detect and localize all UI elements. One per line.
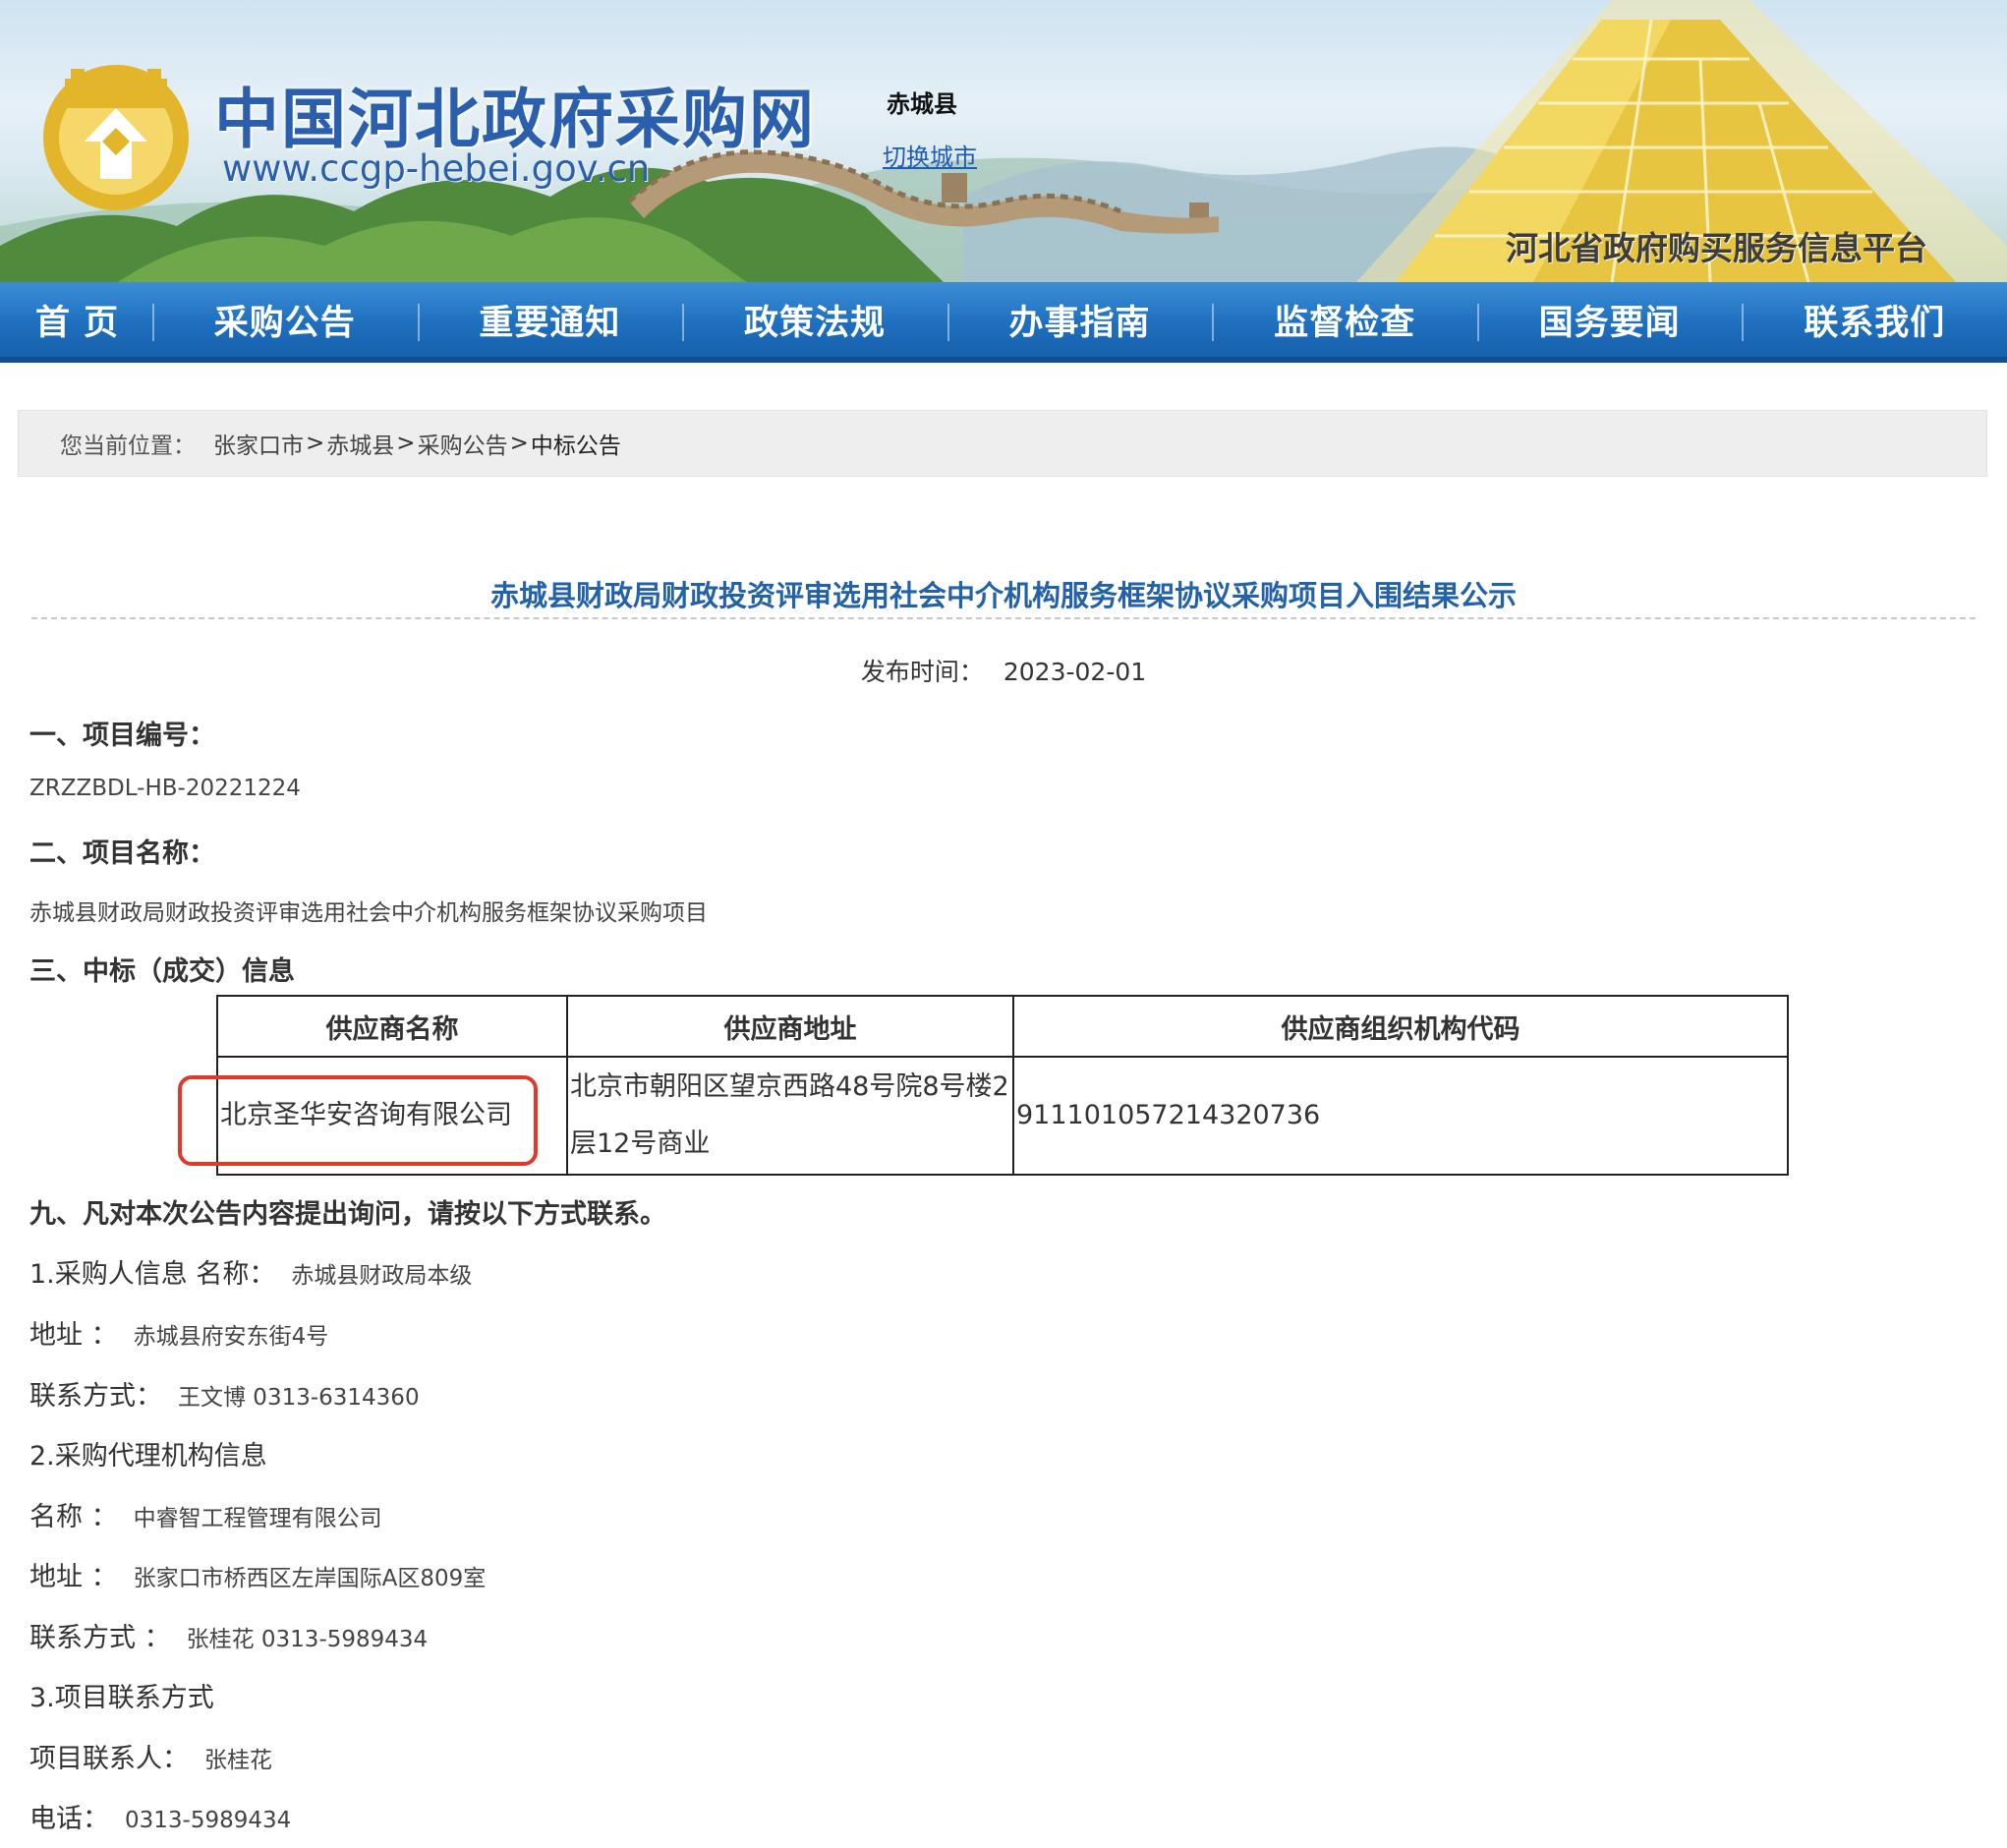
supplier-org-code: 911101057214320736 bbox=[1012, 1056, 1789, 1176]
agency-heading: 2.采购代理机构信息 bbox=[29, 1441, 267, 1472]
current-city: 赤城县 bbox=[887, 90, 957, 118]
switch-city-link[interactable]: 切换城市 bbox=[883, 138, 977, 172]
section-award-info-title: 三、中标（成交）信息 bbox=[29, 956, 295, 987]
breadcrumb-item-procurement[interactable]: 采购公告 bbox=[418, 427, 508, 460]
title-divider bbox=[31, 617, 1976, 619]
site-banner: 中国河北政府采购网 www.ccgp-hebei.gov.cn 赤城县 切换城市… bbox=[0, 0, 2007, 282]
agency-name: 中睿智工程管理有限公司 bbox=[133, 1506, 382, 1531]
nav-important-notice[interactable]: 重要通知 bbox=[417, 282, 683, 357]
supplier-address: 北京市朝阳区望京西路48号院8号楼2层12号商业 bbox=[566, 1056, 1014, 1176]
purchaser-contact: 王文博 0313-6314360 bbox=[178, 1385, 420, 1411]
breadcrumb-separator: > bbox=[306, 431, 325, 456]
breadcrumb: 您当前位置： 张家口市 > 赤城县 > 采购公告 > 中标公告 bbox=[18, 410, 1987, 477]
breadcrumb-separator: > bbox=[396, 431, 416, 456]
agency-contact-label: 联系方式 ： bbox=[29, 1623, 171, 1653]
project-contact-phone: 0313-5989434 bbox=[125, 1808, 292, 1833]
site-url: www.ccgp-hebei.gov.cn bbox=[222, 147, 651, 190]
agency-contact: 张桂花 0313-5989434 bbox=[186, 1627, 429, 1652]
platform-title: 河北省政府购买服务信息平台 bbox=[1506, 229, 1927, 267]
agency-address-line: 地址 ： 张家口市桥西区左岸国际A区809室 bbox=[29, 1555, 486, 1593]
agency-name-label: 名称 ： bbox=[29, 1502, 118, 1532]
purchaser-contact-line: 联系方式： 王文博 0313-6314360 bbox=[29, 1374, 420, 1413]
breadcrumb-separator: > bbox=[509, 431, 529, 456]
purchaser-info-line: 1.采购人信息 名称： 赤城县财政局本级 bbox=[29, 1252, 472, 1291]
breadcrumb-item-city[interactable]: 张家口市 bbox=[213, 427, 304, 460]
purchaser-address-label: 地址 ： bbox=[29, 1320, 118, 1351]
project-contact-person-label: 项目联系人： bbox=[29, 1744, 189, 1774]
purchaser-address-line: 地址 ： 赤城县府安东街4号 bbox=[29, 1313, 328, 1352]
project-name: 赤城县财政局财政投资评审选用社会中介机构服务框架协议采购项目 bbox=[29, 900, 708, 926]
logo-emblem-icon bbox=[43, 65, 189, 210]
agency-address-label: 地址 ： bbox=[29, 1562, 118, 1592]
breadcrumb-label: 您当前位置： bbox=[60, 433, 196, 459]
article-title: 赤城县财政局财政投资评审选用社会中介机构服务框架协议采购项目入围结果公示 bbox=[489, 579, 1517, 612]
publish-time: 发布时间： 2023-02-01 bbox=[0, 653, 2007, 688]
highlight-annotation bbox=[178, 1075, 538, 1166]
nav-guide[interactable]: 办事指南 bbox=[946, 282, 1213, 357]
breadcrumb-item-current: 中标公告 bbox=[530, 433, 621, 459]
agency-address: 张家口市桥西区左岸国际A区809室 bbox=[133, 1566, 487, 1591]
section-contact-title: 九、凡对本次公告内容提出询问，请按以下方式联系。 bbox=[29, 1199, 666, 1230]
table-header-row: 供应商名称 供应商地址 供应商组织机构代码 bbox=[216, 995, 1789, 1058]
section-project-name-title: 二、项目名称： bbox=[29, 838, 215, 869]
purchaser-heading: 1.采购人信息 名称： bbox=[29, 1259, 276, 1290]
publish-label: 发布时间： bbox=[860, 658, 984, 686]
project-contact-person: 张桂花 bbox=[204, 1748, 272, 1773]
nav-procurement-notice[interactable]: 采购公告 bbox=[152, 282, 418, 357]
main-nav: 首 页 采购公告 重要通知 政策法规 办事指南 监督检查 国务要闻 联系我们 bbox=[0, 282, 2007, 363]
nav-supervision[interactable]: 监督检查 bbox=[1212, 282, 1477, 357]
project-number: ZRZZBDL-HB-20221224 bbox=[29, 776, 301, 801]
purchaser-name: 赤城县财政局本级 bbox=[291, 1263, 473, 1289]
section-project-number-title: 一、项目编号： bbox=[29, 721, 215, 751]
column-header-org-code: 供应商组织机构代码 bbox=[1012, 995, 1789, 1058]
purchaser-contact-label: 联系方式： bbox=[29, 1381, 162, 1412]
agency-name-line: 名称 ： 中睿智工程管理有限公司 bbox=[29, 1495, 382, 1533]
nav-home[interactable]: 首 页 bbox=[0, 282, 152, 357]
project-contact-phone-label: 电话： bbox=[29, 1804, 109, 1834]
nav-contact[interactable]: 联系我们 bbox=[1742, 282, 2007, 357]
nav-state-news[interactable]: 国务要闻 bbox=[1476, 282, 1743, 357]
project-contact-person-line: 项目联系人： 张桂花 bbox=[29, 1737, 272, 1775]
purchaser-address: 赤城县府安东街4号 bbox=[133, 1324, 329, 1350]
agency-contact-line: 联系方式 ： 张桂花 0313-5989434 bbox=[29, 1616, 428, 1654]
publish-date: 2023-02-01 bbox=[1003, 658, 1147, 686]
column-header-supplier-name: 供应商名称 bbox=[216, 995, 568, 1058]
project-contact-heading: 3.项目联系方式 bbox=[29, 1683, 214, 1713]
project-contact-phone-line: 电话： 0313-5989434 bbox=[29, 1797, 291, 1835]
column-header-supplier-address: 供应商地址 bbox=[566, 995, 1014, 1058]
nav-policy[interactable]: 政策法规 bbox=[682, 282, 947, 357]
breadcrumb-item-county[interactable]: 赤城县 bbox=[326, 427, 394, 460]
